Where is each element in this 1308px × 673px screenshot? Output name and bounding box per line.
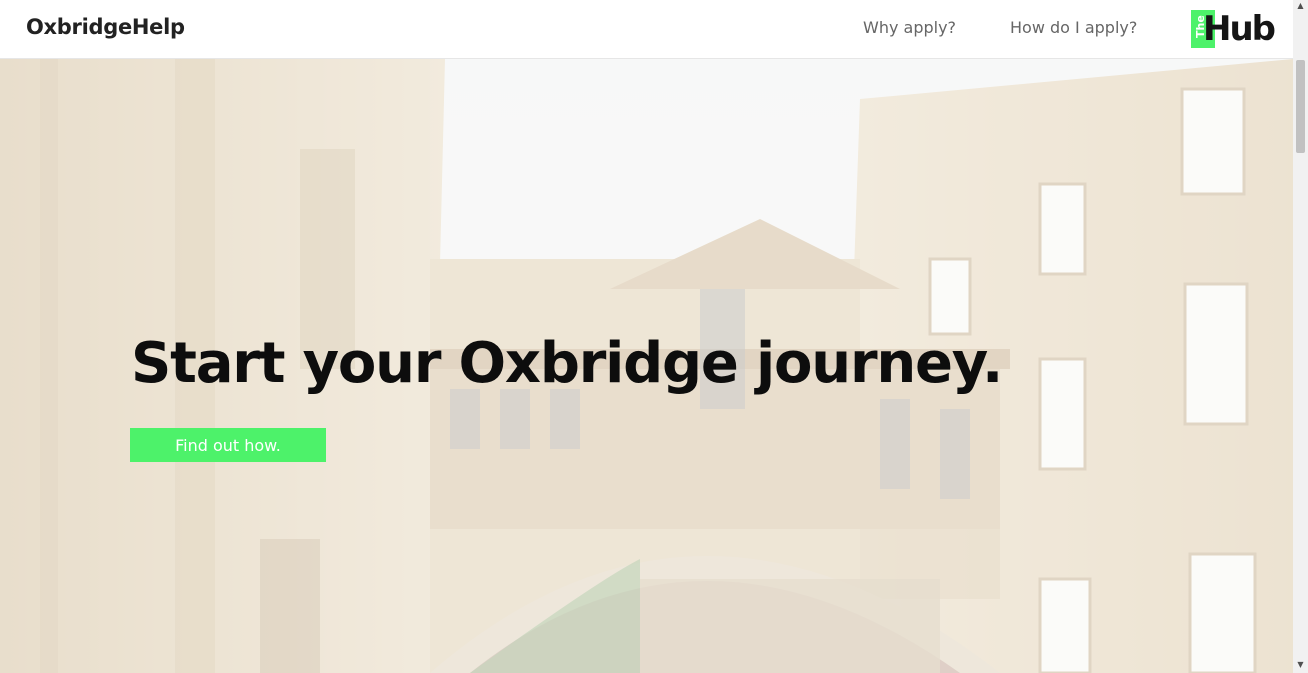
nav-why-apply[interactable]: Why apply? — [863, 18, 956, 37]
top-navigation: OxbridgeHelp Why apply? How do I apply? … — [0, 0, 1293, 59]
scroll-down-icon[interactable]: ▼ — [1293, 659, 1308, 671]
the-hub-logo[interactable]: The Hub — [1191, 9, 1281, 49]
hero-section: Start your Oxbridge journey. Find out ho… — [0, 59, 1293, 673]
vertical-scrollbar[interactable]: ▲ ▼ — [1293, 0, 1308, 673]
page: OxbridgeHelp Why apply? How do I apply? … — [0, 0, 1308, 673]
brand-link[interactable]: OxbridgeHelp — [26, 15, 185, 39]
logo-word: Hub — [1203, 9, 1276, 49]
scroll-up-icon[interactable]: ▲ — [1293, 0, 1308, 12]
scrollbar-thumb[interactable] — [1296, 60, 1305, 153]
nav-how-do-i-apply[interactable]: How do I apply? — [1010, 18, 1137, 37]
find-out-how-button[interactable]: Find out how. — [130, 428, 326, 462]
hero-headline: Start your Oxbridge journey. — [131, 331, 1003, 396]
